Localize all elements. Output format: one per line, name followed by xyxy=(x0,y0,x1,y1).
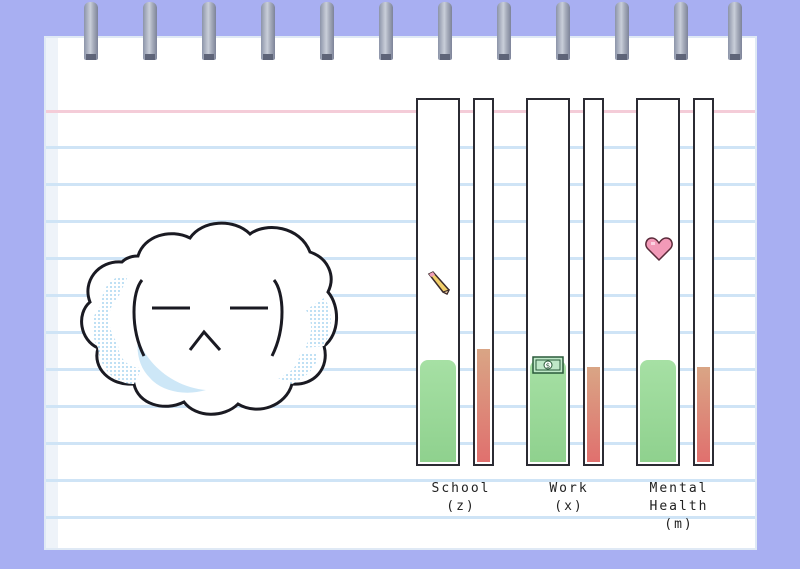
meter-1-fill xyxy=(420,360,456,462)
work-name: Work xyxy=(549,481,589,496)
meter-3-fill xyxy=(640,360,676,462)
school-key: (z) xyxy=(446,499,476,514)
meter-2-stress-fill xyxy=(587,367,600,462)
school-name: School xyxy=(431,481,491,496)
meter-1-stress-track xyxy=(473,98,494,466)
meter-3-stress-track xyxy=(693,98,714,466)
spiral-ring xyxy=(202,2,216,60)
mental-key: (m) xyxy=(664,517,694,532)
notebook: $ School (z) Work (x) Mental Health (m) xyxy=(0,0,800,569)
spiral-ring xyxy=(728,2,742,60)
mental-name-line1: Mental xyxy=(649,481,709,496)
spiral-ring xyxy=(615,2,629,60)
work-key: (x) xyxy=(554,499,584,514)
spiral-ring xyxy=(556,2,570,60)
pencil-icon xyxy=(425,270,451,300)
spiral-ring xyxy=(320,2,334,60)
spiral-ring xyxy=(261,2,275,60)
mental-health-label: Mental Health (m) xyxy=(624,480,734,534)
meter-1-stress-fill xyxy=(477,349,490,462)
meter-2-track xyxy=(526,98,570,466)
svg-text:$: $ xyxy=(546,362,550,370)
meter-3-stress-fill xyxy=(697,367,710,462)
heart-icon xyxy=(645,236,673,266)
spiral-ring xyxy=(84,2,98,60)
school-label: School (z) xyxy=(406,480,516,516)
spiral-ring xyxy=(143,2,157,60)
meter-2-stress-track xyxy=(583,98,604,466)
work-label: Work (x) xyxy=(514,480,624,516)
mental-name-line2: Health xyxy=(649,499,709,514)
cloud-face-icon xyxy=(80,221,339,416)
spiral-ring xyxy=(438,2,452,60)
spiral-ring xyxy=(497,2,511,60)
spiral-ring xyxy=(674,2,688,60)
meter-3-track xyxy=(636,98,680,466)
money-icon: $ xyxy=(532,356,564,378)
paper-margin xyxy=(46,38,58,548)
spiral-ring xyxy=(379,2,393,60)
